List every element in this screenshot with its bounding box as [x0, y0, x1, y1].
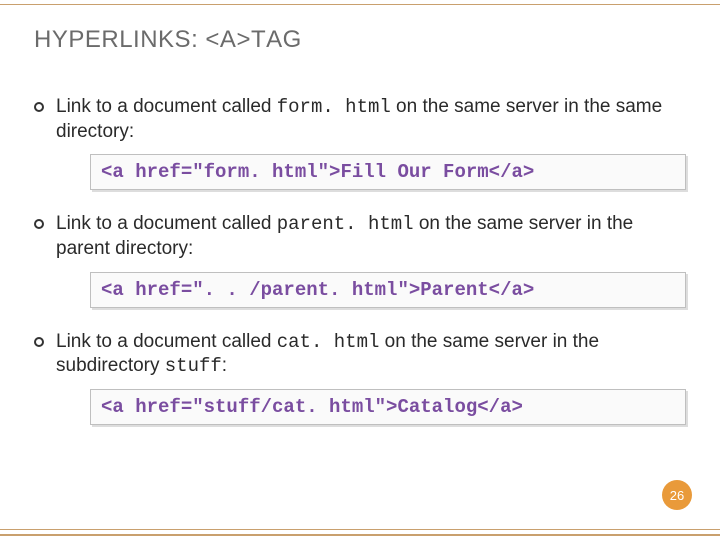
- slide: HYPERLINKS: <A>TAG Link to a document ca…: [0, 0, 720, 540]
- bottom-border-thick: [0, 534, 720, 536]
- content-area: Link to a document called form. html on …: [34, 95, 686, 447]
- inline-code: cat. html: [277, 331, 380, 353]
- text-part: Link to a document called: [56, 96, 277, 117]
- title-h: H: [34, 26, 52, 53]
- list-item: Link to a document called form. html on …: [34, 95, 686, 144]
- bullet-icon: [34, 337, 44, 347]
- title-close: >T: [236, 26, 266, 53]
- inline-code: parent. html: [277, 213, 414, 235]
- slide-title: HYPERLINKS: <A>TAG: [34, 26, 302, 54]
- text-part: Link to a document called: [56, 331, 277, 352]
- text-part: :: [222, 355, 227, 376]
- title-ag: AG: [266, 26, 302, 53]
- title-a: A: [220, 26, 237, 53]
- title-sep: : <: [191, 26, 220, 53]
- bullet-icon: [34, 219, 44, 229]
- list-item: Link to a document called parent. html o…: [34, 212, 686, 261]
- page-number-badge: 26: [662, 480, 692, 510]
- list-item: Link to a document called cat. html on t…: [34, 330, 686, 379]
- text-part: Link to a document called: [56, 213, 277, 234]
- bullet-text: Link to a document called form. html on …: [56, 95, 686, 144]
- code-box: <a href=". . /parent. html">Parent</a>: [90, 272, 686, 308]
- bottom-border-thin: [0, 529, 720, 530]
- code-box: <a href="form. html">Fill Our Form</a>: [90, 154, 686, 190]
- code-box: <a href="stuff/cat. html">Catalog</a>: [90, 389, 686, 425]
- inline-code: stuff: [165, 355, 222, 377]
- bullet-icon: [34, 102, 44, 112]
- top-border: [0, 4, 720, 5]
- page-number: 26: [670, 488, 684, 503]
- bullet-text: Link to a document called parent. html o…: [56, 212, 686, 261]
- title-hyperlinks: YPERLINKS: [52, 26, 191, 53]
- inline-code: form. html: [277, 96, 391, 118]
- bullet-text: Link to a document called cat. html on t…: [56, 330, 686, 379]
